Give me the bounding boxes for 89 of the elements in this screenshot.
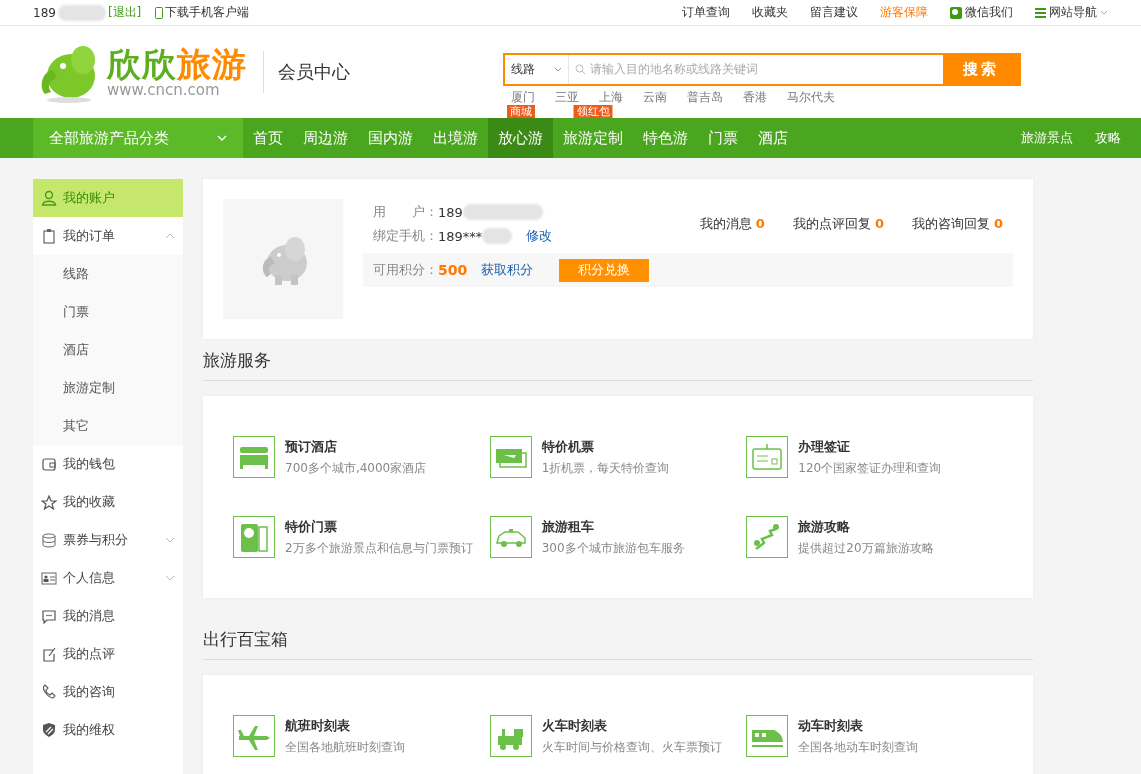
field-label: 绑定手机： [373,227,438,245]
phone-value: 189*** [438,228,483,244]
logo-url: www.cncn.com [107,82,220,98]
phone-icon [41,684,57,700]
map-route-icon[interactable] [746,516,789,558]
username: 189 [33,5,56,20]
service-title[interactable]: 办理签证 [798,437,942,456]
chevron-icon[interactable] [165,537,175,543]
sidebar-subitem[interactable]: 其它 [33,407,183,445]
top-link[interactable]: 留言建议 [810,4,858,21]
steam-train-icon[interactable] [489,715,532,757]
top-link[interactable]: 微信我们 [965,4,1013,21]
hot-word-link[interactable]: 香港 [743,88,767,106]
service-description: 全国各地动车时刻查询 [798,738,919,756]
service-title[interactable]: 火车时刻表 [541,716,722,735]
logout-link[interactable]: [退出] [107,4,142,21]
chevron-icon[interactable] [165,575,175,581]
service-description: 300多个城市旅游包车服务 [541,539,685,557]
search-bar[interactable]: 线路 请输入目的地名称或线路关键词 搜索 [503,52,1021,86]
menu-icon [1035,7,1046,18]
nav-tab[interactable]: 放心游 [488,118,553,158]
shield-icon [41,722,57,738]
earn-points-link[interactable]: 获取积分 [481,261,534,279]
service-description: 1折机票，每天特价查询 [541,459,670,477]
sidebar-subitem[interactable]: 线路 [33,255,183,293]
service-description: 全国各地航班时刻查询 [285,738,405,756]
id-card-icon [41,570,57,586]
edit-icon [41,646,57,662]
search-icon [575,63,586,75]
hot-word-link[interactable]: 厦门 [511,88,535,106]
nav-badge: 领红包 [573,105,613,118]
star-icon [41,494,57,510]
field-label: 用 户： [373,203,438,221]
username-value: 189 [438,204,463,220]
top-link[interactable]: 订单查询 [682,4,730,21]
wechat-icon [950,6,962,19]
chat-bubble-icon [41,608,57,624]
top-link[interactable]: 网站导航 [1049,4,1097,21]
service-description: 700多个城市,4000家酒店 [285,459,427,477]
service-title[interactable]: 旅游攻略 [798,517,934,536]
sidebar-subitem[interactable]: 酒店 [33,331,183,369]
service-description: 提供超过20万篇旅游攻略 [798,539,934,557]
bullet-train-icon[interactable] [746,715,789,757]
message-counter[interactable]: 我的消息 0 [699,215,765,233]
section-heading: 出行百宝箱 [203,628,1033,660]
service-title[interactable]: 旅游租车 [541,517,685,536]
clipboard-icon [41,228,57,244]
user-icon [41,190,57,206]
mobile-phone-icon [155,6,164,19]
chevron-icon[interactable] [165,233,175,239]
airplane-icon[interactable] [233,715,275,757]
hot-word-link[interactable]: 上海 [599,88,623,106]
message-counter[interactable]: 我的咨询回复 0 [911,215,1003,233]
ticket-icon[interactable] [233,516,275,558]
redaction-blur [482,228,513,244]
redaction-blur [57,4,106,21]
car-icon[interactable] [489,516,532,558]
service-description: 120个国家签证办理和查询 [798,459,942,477]
app-download-link[interactable]: 下载手机客户端 [165,4,250,21]
database-icon [41,532,57,548]
hot-word-link[interactable]: 马尔代夫 [787,88,835,106]
service-title[interactable]: 动车时刻表 [798,716,919,735]
caret-icon [554,66,562,72]
section-title: 会员中心 [278,60,351,84]
points-label: 可用积分： [373,261,438,279]
service-title[interactable]: 航班时刻表 [285,716,405,735]
hot-word-link[interactable]: 云南 [643,88,667,106]
logo-text: 欣欣旅游 [107,46,247,81]
top-link[interactable]: 收藏夹 [752,4,788,21]
bed-icon[interactable] [233,436,275,478]
service-title[interactable]: 预订酒店 [285,437,427,456]
hot-word-link[interactable]: 普吉岛 [687,88,723,106]
wallet-icon [41,456,57,472]
service-description: 火车时间与价格查询、火车票预订 [541,738,722,756]
nav-badge: 商城 [506,105,535,118]
service-title[interactable]: 特价门票 [285,517,473,536]
edit-link[interactable]: 修改 [526,227,553,245]
message-counter[interactable]: 我的点评回复 0 [792,215,884,233]
service-title[interactable]: 特价机票 [541,437,670,456]
points-value: 500 [438,262,468,278]
ticket-card-icon[interactable] [489,436,532,478]
caret-icon [1100,10,1108,15]
section-heading: 旅游服务 [203,349,1033,381]
sidebar-subitem[interactable]: 旅游定制 [33,369,183,407]
service-description: 2万多个旅游景点和信息与门票预订 [285,539,473,557]
id-card-icon[interactable] [746,436,789,478]
sidebar-subitem[interactable]: 门票 [33,293,183,331]
chevron-icon [217,135,227,141]
hot-word-link[interactable]: 三亚 [555,88,579,106]
